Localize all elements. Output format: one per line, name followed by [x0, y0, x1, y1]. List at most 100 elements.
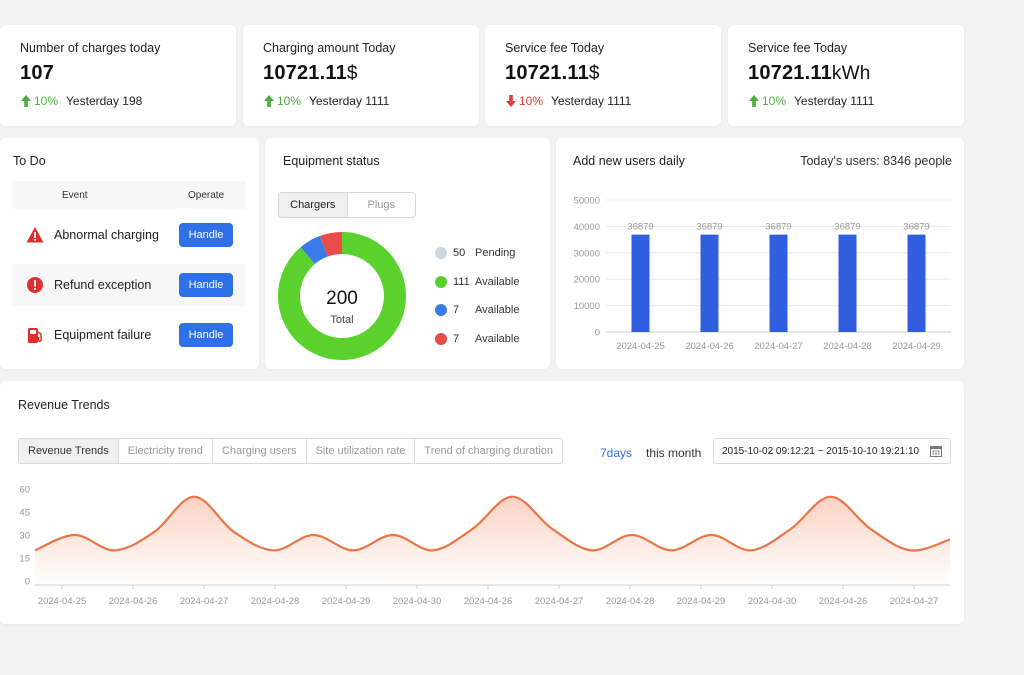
bar [769, 234, 788, 332]
stat-value: 10721.11$ [263, 62, 358, 84]
stat-pct: 10% [277, 94, 302, 108]
todo-row-refund-exception: Refund exception Handle [12, 264, 246, 306]
y-tick-label: 0 [595, 328, 600, 339]
x-tick-label: 2024-04-28 [606, 596, 655, 607]
stat-value: 10721.11$ [505, 62, 600, 84]
x-tick-label: 2024-04-28 [823, 341, 872, 352]
bar [907, 234, 926, 332]
col-operate: Operate [188, 190, 225, 201]
stat-pct: 10% [762, 94, 787, 108]
stat-label: Service fee Today [505, 41, 605, 55]
x-tick-label: 2024-04-27 [535, 596, 584, 607]
legend-count: 7 [453, 304, 460, 316]
stat-change: 10% Yesterday 1111 [505, 94, 631, 108]
bar-data-label: 36879 [834, 222, 860, 233]
y-tick-label: 45 [19, 508, 30, 519]
y-tick-label: 10000 [574, 301, 600, 312]
stat-change: 10% Yesterday 1111 [263, 94, 389, 108]
users-card: Add new users daily Today's users: 8346 … [556, 138, 964, 369]
legend-dot [435, 276, 447, 288]
donut-center-label: Total [330, 314, 353, 326]
stat-value: 107 [20, 62, 54, 84]
todo-title: To Do [13, 154, 46, 168]
bar-data-label: 36879 [765, 222, 791, 233]
y-tick-label: 0 [25, 577, 30, 588]
legend-dot [435, 333, 447, 345]
legend-label: Available [475, 304, 520, 316]
legend-label: Pending [475, 247, 516, 259]
bar [838, 234, 857, 332]
x-tick-label: 2024-04-26 [819, 596, 868, 607]
x-tick-label: 2024-04-26 [464, 596, 513, 607]
tab-chargers[interactable]: Chargers [279, 193, 348, 217]
x-tick-label: 2024-04-25 [616, 341, 665, 352]
legend-count: 50 [453, 247, 466, 259]
x-tick-label: 2024-04-27 [754, 341, 803, 352]
alert-circle-icon [27, 277, 43, 293]
y-tick-label: 60 [19, 485, 30, 496]
x-tick-label: 2024-04-30 [393, 596, 442, 607]
stat-card-charging-amount: Charging amount Today 10721.11$ 10% Yest… [243, 25, 479, 126]
stat-yesterday: Yesterday 1111 [551, 94, 632, 108]
todo-row-equipment-failure: Equipment failure Handle [12, 314, 246, 356]
tab-plugs[interactable]: Plugs [348, 193, 416, 217]
legend-item-pending: 50 Pending [435, 247, 515, 259]
arrow-down-icon [506, 95, 516, 107]
todo-card: To Do Event Operate Abnormal charging Ha… [0, 138, 259, 369]
equipment-card: Equipment status Chargers Plugs 200 Tota… [265, 138, 550, 369]
legend-item-available-red: 7 Available [435, 333, 519, 345]
legend-dot [435, 247, 447, 259]
stat-label: Charging amount Today [263, 41, 396, 55]
y-tick-label: 20000 [574, 275, 600, 286]
todo-event-label: Equipment failure [54, 328, 152, 342]
stat-card-service-fee-kwh: Service fee Today 10721.11kWh 10% Yester… [728, 25, 964, 126]
stat-change: 10% Yesterday 1111 [748, 94, 874, 108]
todo-event-label: Abnormal charging [54, 228, 159, 242]
y-tick-label: 30 [19, 531, 30, 542]
y-tick-label: 50000 [574, 196, 600, 207]
x-tick-label: 2024-04-25 [38, 596, 87, 607]
col-event: Event [62, 190, 88, 201]
handle-button[interactable]: Handle [179, 223, 233, 247]
bar-data-label: 36879 [696, 222, 722, 233]
legend-item-available-blue: 7 Available [435, 304, 519, 316]
handle-button[interactable]: Handle [179, 273, 233, 297]
revenue-card: Revenue Trends Revenue Trends Electricit… [0, 381, 964, 624]
stat-pct: 10% [519, 94, 544, 108]
equipment-tabs: Chargers Plugs [278, 192, 416, 218]
x-tick-label: 2024-04-27 [180, 596, 229, 607]
fuel-pump-icon [28, 328, 42, 343]
stat-pct: 10% [34, 94, 59, 108]
legend-label: Available [475, 276, 520, 288]
todo-event-label: Refund exception [54, 278, 152, 292]
x-tick-label: 2024-04-30 [748, 596, 797, 607]
arrow-up-icon [21, 95, 31, 107]
stat-change: 10% Yesterday 198 [20, 94, 142, 108]
stat-label: Service fee Today [748, 41, 848, 55]
x-tick-label: 2024-04-27 [890, 596, 939, 607]
bar [631, 234, 650, 332]
warning-triangle-icon [26, 227, 44, 243]
x-tick-label: 2024-04-29 [892, 341, 941, 352]
stat-yesterday: Yesterday 1111 [309, 94, 390, 108]
todo-table-header: Event Operate [12, 181, 246, 209]
legend-count: 111 [453, 276, 470, 288]
todo-row-abnormal-charging: Abnormal charging Handle [12, 214, 246, 256]
x-tick-label: 2024-04-29 [677, 596, 726, 607]
y-tick-label: 15 [19, 554, 30, 565]
handle-button[interactable]: Handle [179, 323, 233, 347]
x-tick-label: 2024-04-26 [109, 596, 158, 607]
x-tick-label: 2024-04-28 [251, 596, 300, 607]
legend-count: 7 [453, 333, 460, 345]
y-tick-label: 30000 [574, 248, 600, 259]
stat-yesterday: Yesterday 1111 [794, 94, 875, 108]
stat-label: Number of charges today [20, 41, 161, 55]
users-bar-chart: 0 10000 20000 30000 40000 50000 36879 2024-04-2… [574, 196, 951, 352]
revenue-area-chart: 0 15 30 45 60 2024-04-25 2024-04-26 2024-04-27 2… [19, 485, 951, 607]
legend-label: Available [475, 333, 520, 345]
arrow-up-icon [264, 95, 274, 107]
legend-dot [435, 304, 447, 316]
y-tick-label: 40000 [574, 222, 600, 233]
arrow-up-icon [749, 95, 759, 107]
stat-yesterday: Yesterday 198 [66, 94, 143, 108]
